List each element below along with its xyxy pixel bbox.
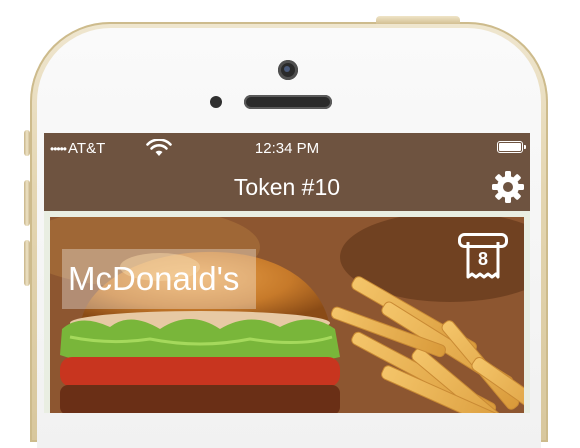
power-button bbox=[376, 16, 460, 24]
burger-fries-photo bbox=[50, 217, 524, 413]
ticket-icon[interactable]: 8 bbox=[458, 233, 508, 281]
earpiece-speaker bbox=[244, 95, 332, 109]
phone-screen: ••••• AT&T 12:34 PM Token #10 McDonald's… bbox=[44, 133, 530, 413]
page-title: Token #10 bbox=[233, 174, 341, 200]
battery-icon bbox=[497, 141, 526, 153]
restaurant-card[interactable]: McDonald's 8 bbox=[50, 217, 524, 413]
status-bar: ••••• AT&T 12:34 PM bbox=[44, 133, 530, 163]
restaurant-name: McDonald's bbox=[62, 249, 256, 309]
volume-up-button bbox=[24, 180, 30, 226]
proximity-sensor bbox=[210, 96, 222, 108]
mute-switch bbox=[24, 130, 30, 156]
status-time: 12:34 PM bbox=[254, 140, 320, 157]
volume-down-button bbox=[24, 240, 30, 286]
nav-bar: Token #10 bbox=[44, 163, 530, 211]
ticket-number: 8 bbox=[477, 249, 488, 269]
gear-icon[interactable] bbox=[490, 169, 526, 205]
front-camera bbox=[278, 60, 298, 80]
